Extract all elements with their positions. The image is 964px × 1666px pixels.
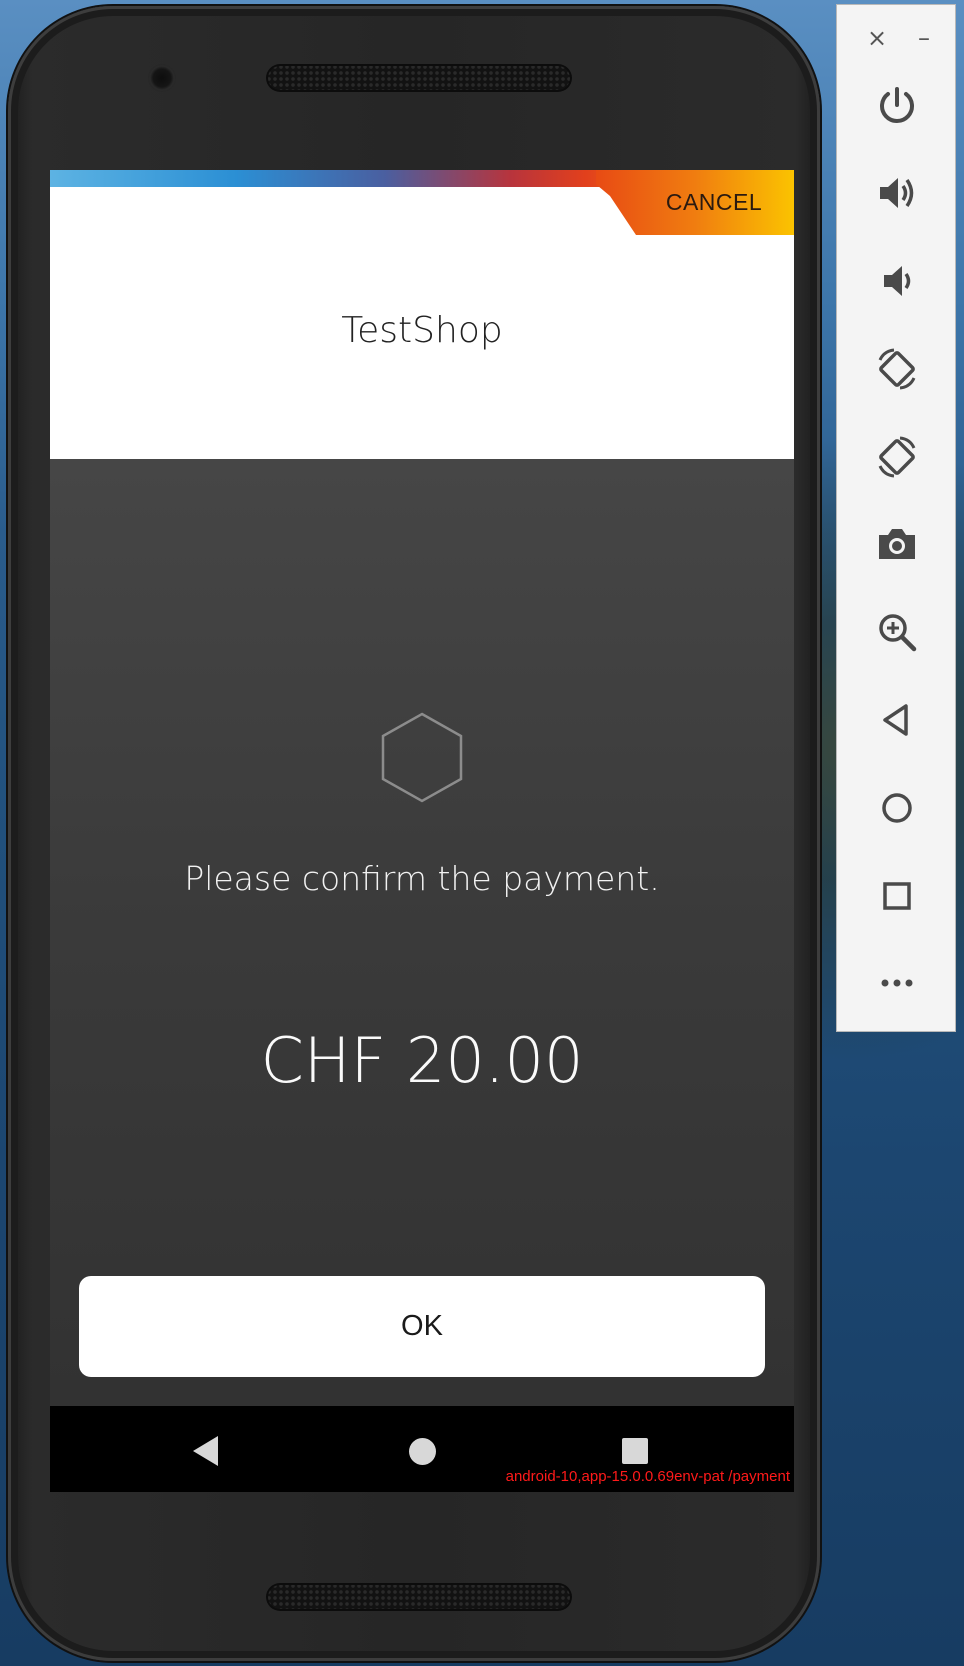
confirm-message: Please confirm the payment.	[184, 859, 660, 898]
top-speaker	[266, 64, 572, 92]
hexagon-icon	[381, 712, 463, 803]
bottom-speaker	[266, 1583, 572, 1611]
android-nav-bar: android-10,app-15.0.0.69env-pat /payment	[50, 1406, 794, 1492]
shop-name: TestShop	[341, 310, 503, 351]
emulator-toolbar: × –	[836, 4, 956, 1032]
toolbar-window-controls: × –	[837, 23, 957, 53]
back-triangle-icon[interactable]	[193, 1436, 218, 1466]
rotate-right-icon[interactable]	[867, 427, 927, 487]
minimize-icon[interactable]: –	[909, 23, 939, 53]
recents-square-icon[interactable]	[622, 1438, 648, 1464]
phone-device: CANCEL TestShop Please confirm the payme…	[8, 6, 820, 1661]
zoom-icon[interactable]	[867, 602, 927, 662]
cancel-button[interactable]: CANCEL	[634, 170, 794, 235]
camera-icon[interactable]	[867, 514, 927, 574]
phone-screen: CANCEL TestShop Please confirm the payme…	[50, 170, 794, 1492]
front-camera	[148, 64, 176, 92]
payment-header: CANCEL TestShop	[50, 170, 794, 459]
payment-content: Please confirm the payment. CHF 20.00	[50, 459, 794, 1406]
rotate-left-icon[interactable]	[867, 339, 927, 399]
back-icon[interactable]	[867, 690, 927, 750]
more-icon[interactable]	[867, 953, 927, 1013]
overview-icon[interactable]	[867, 866, 927, 926]
home-icon[interactable]	[867, 778, 927, 838]
volume-up-icon[interactable]	[867, 163, 927, 223]
debug-build-label: android-10,app-15.0.0.69env-pat /payment	[505, 1468, 790, 1485]
close-icon[interactable]: ×	[862, 23, 892, 53]
ok-button[interactable]: OK	[79, 1276, 765, 1377]
payment-amount: CHF 20.00	[260, 1024, 584, 1097]
power-icon[interactable]	[867, 76, 927, 136]
volume-down-icon[interactable]	[867, 251, 927, 311]
home-circle-icon[interactable]	[409, 1438, 436, 1465]
